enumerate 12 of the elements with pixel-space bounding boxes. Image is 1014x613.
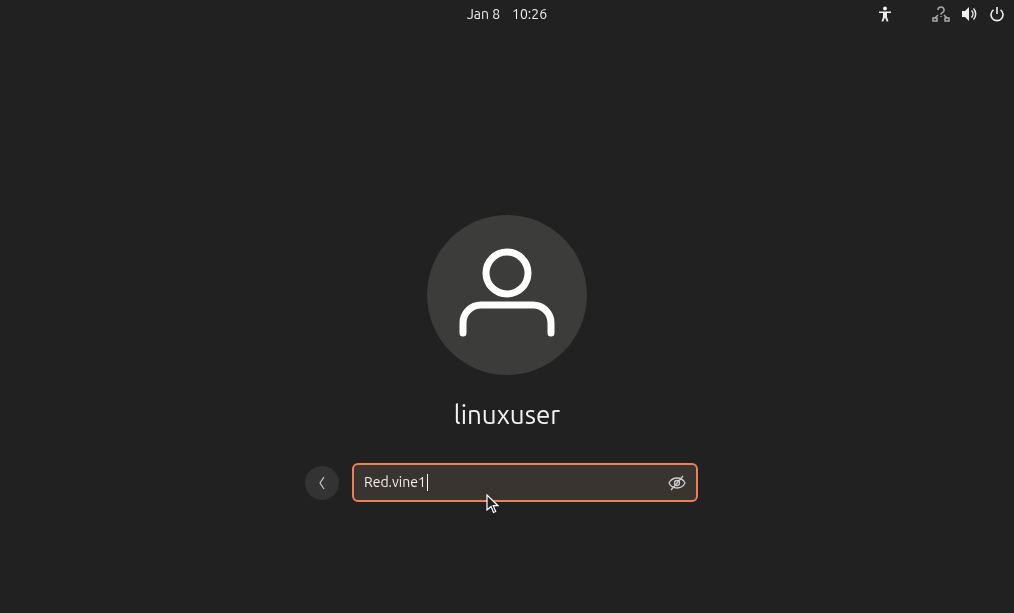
network-question-icon[interactable] [932,6,950,22]
username: linuxuser [453,399,561,431]
date-text: Jan 8 [466,4,501,24]
mouse-pointer-icon [486,494,499,514]
eye-slash-icon[interactable] [668,474,686,491]
password-text: Red.vine1 [364,473,426,492]
power-icon[interactable] [990,6,1004,22]
password-field[interactable]: Red.vine1 [352,463,698,502]
time-text: 10:26 [512,4,548,24]
accessibility-icon[interactable] [878,6,892,22]
chevron-left-icon [318,475,326,490]
volume-icon[interactable] [961,6,977,22]
